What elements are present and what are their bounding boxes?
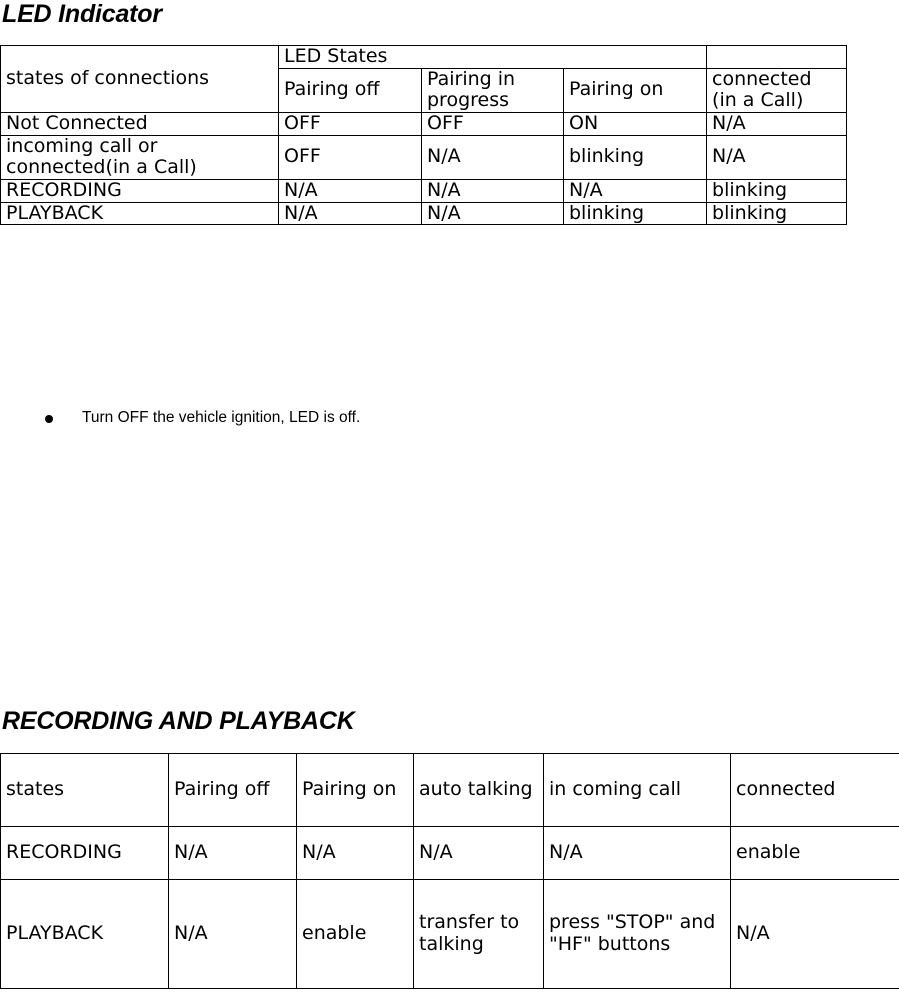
header-cell-pairing-in-progress: Pairing in progress [421,67,564,113]
header-cell-pairing-on: Pairing on [296,753,414,827]
table-row: PLAYBACK N/A enable transfer to talking … [0,879,899,989]
header-cell-corner-blank [706,45,848,69]
cell-value: enable [296,879,414,989]
cell-value: blinking [706,201,848,226]
cell-value: N/A [543,826,731,880]
list-item: Turn OFF the vehicle ignition, LED is of… [0,409,899,428]
cell-value: press "STOP" and "HF" buttons [543,879,731,989]
cell-value: blinking [706,178,848,203]
row-label-incoming-call-or-connected: incoming call or connected(in a Call) [0,134,279,180]
table-header-row: states Pairing off Pairing on auto talki… [0,753,899,827]
page-title-recording-and-playback: RECORDING AND PLAYBACK [2,707,355,735]
table-header-row-group: states of connections LED States [0,45,848,113]
table-row: RECORDING N/A N/A N/A blinking [0,178,848,203]
header-cell-connected-in-a-call: connected (in a Call) [706,67,848,113]
cell-value: N/A [421,134,564,180]
cell-value: N/A [278,201,422,226]
led-states-table: states of connections LED States Pairing… [0,45,848,226]
header-cell-connected: connected [730,753,899,827]
cell-value: N/A [413,826,544,880]
cell-value: N/A [278,178,422,203]
cell-value: N/A [168,879,297,989]
header-cell-pairing-off: Pairing off [278,67,422,113]
cell-value: N/A [168,826,297,880]
row-label-recording: RECORDING [0,826,169,880]
cell-value: N/A [730,879,899,989]
row-label-playback: PLAYBACK [0,879,169,989]
cell-value: N/A [706,134,848,180]
header-cell-auto-talking: auto talking [413,753,544,827]
row-label-recording: RECORDING [0,178,279,203]
table-row: RECORDING N/A N/A N/A N/A enable [0,826,899,880]
cell-value: OFF [278,111,422,136]
note-text: Turn OFF the vehicle ignition, LED is of… [82,409,361,426]
cell-value: transfer to talking [413,879,544,989]
document-page: LED Indicator states of connections LED … [0,0,899,997]
cell-value: N/A [421,178,564,203]
cell-value: N/A [706,111,848,136]
cell-value: OFF [278,134,422,180]
header-cell-pairing-on: Pairing on [562,67,708,113]
row-label-not-connected: Not Connected [0,111,279,136]
cell-value: blinking [562,201,708,226]
notes-list: Turn OFF the vehicle ignition, LED is of… [0,409,899,428]
cell-value: N/A [296,826,414,880]
recording-playback-table: states Pairing off Pairing on auto talki… [0,753,899,989]
header-cell-in-coming-call: in coming call [543,753,731,827]
cell-value: ON [562,111,708,136]
header-cell-states-of-connections: states of connections [0,45,279,113]
row-label-playback: PLAYBACK [0,201,279,226]
bullet-point-icon [45,415,53,423]
cell-value: N/A [562,178,708,203]
cell-value: enable [730,826,899,880]
cell-value: blinking [562,134,708,180]
header-cell-states: states [0,753,169,827]
table-row: PLAYBACK N/A N/A blinking blinking [0,201,848,226]
table-row: Not Connected OFF OFF ON N/A [0,111,848,136]
page-title-led-indicator: LED Indicator [2,0,162,28]
cell-value: N/A [421,201,564,226]
header-cell-pairing-off: Pairing off [168,753,297,827]
header-cell-led-states-group: LED States [277,45,708,69]
table-row: incoming call or connected(in a Call) OF… [0,134,848,180]
cell-value: OFF [421,111,564,136]
